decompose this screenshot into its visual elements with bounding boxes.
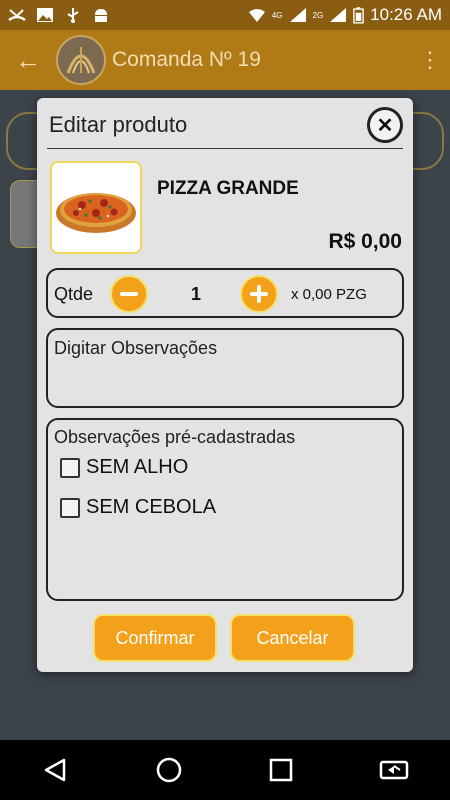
wifi-icon: [248, 9, 265, 22]
dialog-divider: [47, 148, 403, 149]
android-icon: [95, 9, 107, 22]
checkbox[interactable]: [60, 457, 80, 478]
checkbox-label: SEM ALHO: [86, 456, 189, 478]
network-4g-label: 4G: [271, 10, 283, 20]
dialog-header: Editar produto ✕: [37, 98, 413, 150]
decrease-quantity-button[interactable]: [110, 275, 148, 313]
preset-observation-item[interactable]: SEM CEBOLA: [60, 496, 216, 519]
triangle-back-icon: [45, 758, 66, 782]
product-name: PIZZA GRANDE: [157, 178, 299, 199]
quantity-value: 1: [190, 284, 201, 304]
observations-placeholder: Digitar Observações: [54, 338, 218, 358]
network-2g-label: 2G: [312, 10, 324, 20]
edit-product-dialog: Editar produto ✕ PIZZA GRANDE R$ 0,00 Qt…: [37, 98, 413, 672]
app-logo: [56, 35, 106, 85]
square-recents-icon: [270, 758, 293, 782]
preset-observations-label: Observações pré-cadastradas: [54, 427, 296, 447]
quantity-unit-price: x 0,00 PZG: [291, 286, 367, 303]
checkbox[interactable]: [60, 497, 80, 518]
more-vert-icon[interactable]: ⋮: [410, 47, 450, 73]
increase-quantity-button[interactable]: [240, 275, 278, 313]
home-nav-button[interactable]: [149, 750, 189, 790]
app-bar: ← Comanda Nº 19 ⋮: [0, 30, 450, 90]
dialog-title: Editar produto: [49, 112, 188, 137]
battery-icon: [353, 6, 364, 24]
missed-call-icon: [8, 9, 26, 22]
pizza-image: [50, 161, 142, 254]
switch-icon: [379, 760, 408, 780]
observations-input[interactable]: Digitar Observações: [46, 328, 404, 408]
arrow-left-icon[interactable]: ←: [0, 45, 56, 76]
preset-observations-panel: Observações pré-cadastradas SEM ALHO SEM…: [46, 418, 404, 601]
cancel-button[interactable]: Cancelar: [230, 614, 355, 662]
product-price: R$ 0,00: [328, 230, 402, 253]
signal-icon: [289, 8, 306, 22]
quantity-label: Qtde: [54, 284, 94, 304]
plus-icon-vertical: [257, 285, 261, 303]
page-title: Comanda Nº 19: [112, 48, 261, 71]
navigation-bar: [0, 740, 450, 800]
circle-home-icon: [156, 757, 181, 783]
preset-observation-item[interactable]: SEM ALHO: [60, 456, 188, 479]
switch-sim-nav-button[interactable]: [374, 750, 414, 790]
status-time: 10:26 AM: [370, 5, 442, 24]
recents-nav-button[interactable]: [261, 750, 301, 790]
status-bar: 4G 2G 10:26 AM: [0, 0, 450, 30]
usb-icon: [67, 8, 79, 23]
confirm-button[interactable]: Confirmar: [93, 614, 217, 662]
logo-mark-icon: [66, 47, 96, 74]
signal-icon-2: [330, 8, 347, 22]
back-nav-button[interactable]: [36, 750, 76, 790]
quantity-stepper: Qtde 1 x 0,00 PZG: [46, 268, 404, 318]
close-icon[interactable]: ✕: [367, 107, 403, 143]
checkbox-label: SEM CEBOLA: [86, 496, 217, 518]
minus-icon: [120, 292, 138, 296]
image-icon: [37, 8, 53, 22]
